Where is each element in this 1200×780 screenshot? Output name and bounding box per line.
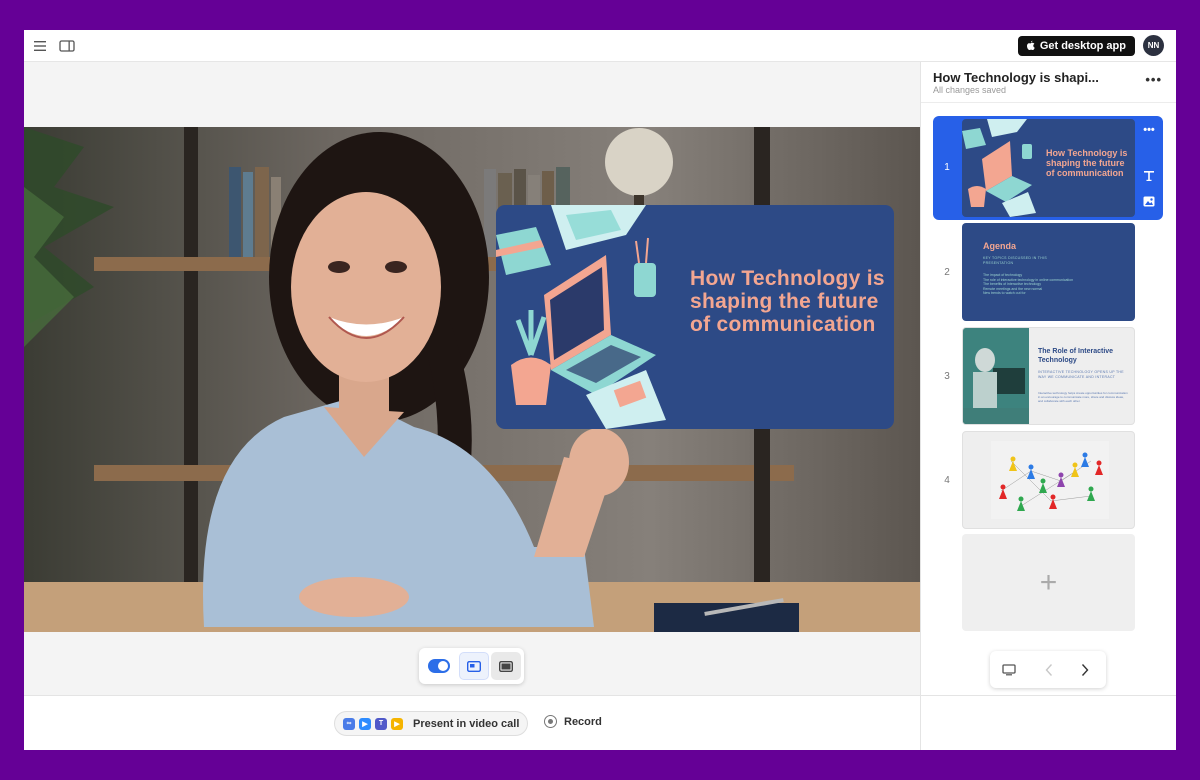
record-label: Record — [564, 715, 602, 728]
app-window: Get desktop app NN How Technology is sha… — [24, 30, 1176, 750]
present-in-video-call-label: Present in video call — [413, 717, 520, 730]
slides-sidebar: How Technology is shapi... All changes s… — [920, 62, 1176, 750]
previous-slide-button[interactable] — [1037, 658, 1061, 682]
network-figures-image — [991, 441, 1109, 519]
slide-thumbnail-4[interactable] — [962, 431, 1135, 529]
slide-thumbnail-1[interactable]: How Technology is shaping the future of … — [962, 119, 1135, 217]
presentation-stage: How Technology is shaping the future of … — [24, 62, 920, 695]
slide-number: 3 — [944, 371, 950, 382]
plus-icon: + — [1039, 565, 1058, 599]
present-mode-button[interactable] — [997, 658, 1021, 682]
slide-thumbnail-row-4[interactable]: 4 — [933, 430, 1163, 530]
teams-icon: T — [375, 717, 387, 730]
zoom-icon: ▶ — [359, 717, 371, 730]
record-icon — [544, 715, 557, 728]
get-desktop-app-button[interactable]: Get desktop app — [1017, 36, 1135, 56]
bottom-bar: ∞ ▶ T ▶ Present in video call Record — [24, 695, 920, 750]
present-in-video-call-button[interactable]: ∞ ▶ T ▶ Present in video call — [334, 711, 529, 736]
zoom-meetings-icon: ∞ — [343, 717, 355, 730]
slide-3-body: Interactive technology helps create oppo… — [1038, 391, 1128, 404]
slide-1-title: How Technology is shaping the future of … — [1046, 148, 1128, 178]
get-desktop-app-label: Get desktop app — [1039, 40, 1126, 52]
slide-3-title: The Role of Interactive Technology — [1038, 348, 1114, 364]
chevron-left-icon — [1045, 664, 1053, 676]
office-photo-thumbnail — [963, 328, 1029, 424]
slide-thumbnail-row-3[interactable]: 3 The Role of Interactive Technology INT… — [933, 326, 1163, 426]
camera-toggle-switch[interactable] — [428, 659, 450, 673]
slide-overlay-title: How Technology is shaping the future of … — [690, 267, 885, 336]
slide-number: 1 — [944, 162, 950, 173]
layout-fullscreen-button[interactable] — [491, 652, 521, 680]
slide-3-subtitle: INTERACTIVE TECHNOLOGY OPENS UP THE WAY … — [1038, 370, 1124, 379]
top-bar: Get desktop app NN — [24, 30, 1176, 62]
record-button[interactable]: Record — [544, 715, 602, 728]
sidebar-divider — [921, 102, 1176, 103]
laptop-illustration — [496, 205, 666, 429]
document-title[interactable]: How Technology is shapi... — [933, 70, 1099, 85]
slide-more-options-icon[interactable]: ••• — [1141, 124, 1157, 136]
google-meet-icon: ▶ — [391, 717, 403, 730]
laptop-thumbnail-illustration — [962, 119, 1036, 217]
agenda-bullet: New trends to watch out for — [983, 291, 1026, 296]
slide-thumbnail-2[interactable]: Agenda KEY TOPICS DISCUSSED IN THIS PRES… — [962, 223, 1135, 321]
apple-icon — [1026, 40, 1035, 50]
next-slide-button[interactable] — [1073, 658, 1097, 682]
image-tool-icon[interactable] — [1141, 196, 1157, 210]
slide-thumbnail-row-1[interactable]: 1 How Technology is shaping the future o… — [933, 116, 1163, 220]
slide-number: 4 — [944, 475, 950, 486]
save-status: All changes saved — [933, 85, 1007, 95]
add-slide-button[interactable]: + — [962, 534, 1135, 631]
monitor-icon — [1002, 664, 1016, 676]
chevron-right-icon — [1081, 664, 1089, 676]
picture-in-picture-icon — [467, 660, 481, 672]
slide-navigation — [990, 651, 1106, 688]
more-options-icon[interactable]: ••• — [1145, 72, 1162, 87]
sidebar-bottom-divider — [921, 695, 1176, 696]
view-mode-toggle — [419, 648, 524, 684]
slide-2-title: Agenda — [983, 241, 1017, 251]
hamburger-icon[interactable] — [30, 36, 50, 56]
slide-2-bullets: The impact of technology The role of int… — [983, 273, 1093, 296]
layout-picture-in-picture-button[interactable] — [459, 652, 489, 680]
slide-only-icon — [499, 660, 513, 672]
user-avatar[interactable]: NN — [1143, 35, 1164, 56]
slide-thumbnail-row-2[interactable]: 2 Agenda KEY TOPICS DISCUSSED IN THIS PR… — [933, 222, 1163, 322]
slide-thumbnail-3[interactable]: The Role of Interactive Technology INTER… — [962, 327, 1135, 425]
slide-overlay-card: How Technology is shaping the future of … — [496, 205, 894, 429]
text-tool-icon[interactable] — [1141, 170, 1157, 185]
slide-number: 2 — [944, 267, 950, 278]
sidebar-panel-icon[interactable] — [57, 36, 77, 56]
slide-2-subtitle: KEY TOPICS DISCUSSED IN THIS PRESENTATIO… — [983, 256, 1047, 265]
